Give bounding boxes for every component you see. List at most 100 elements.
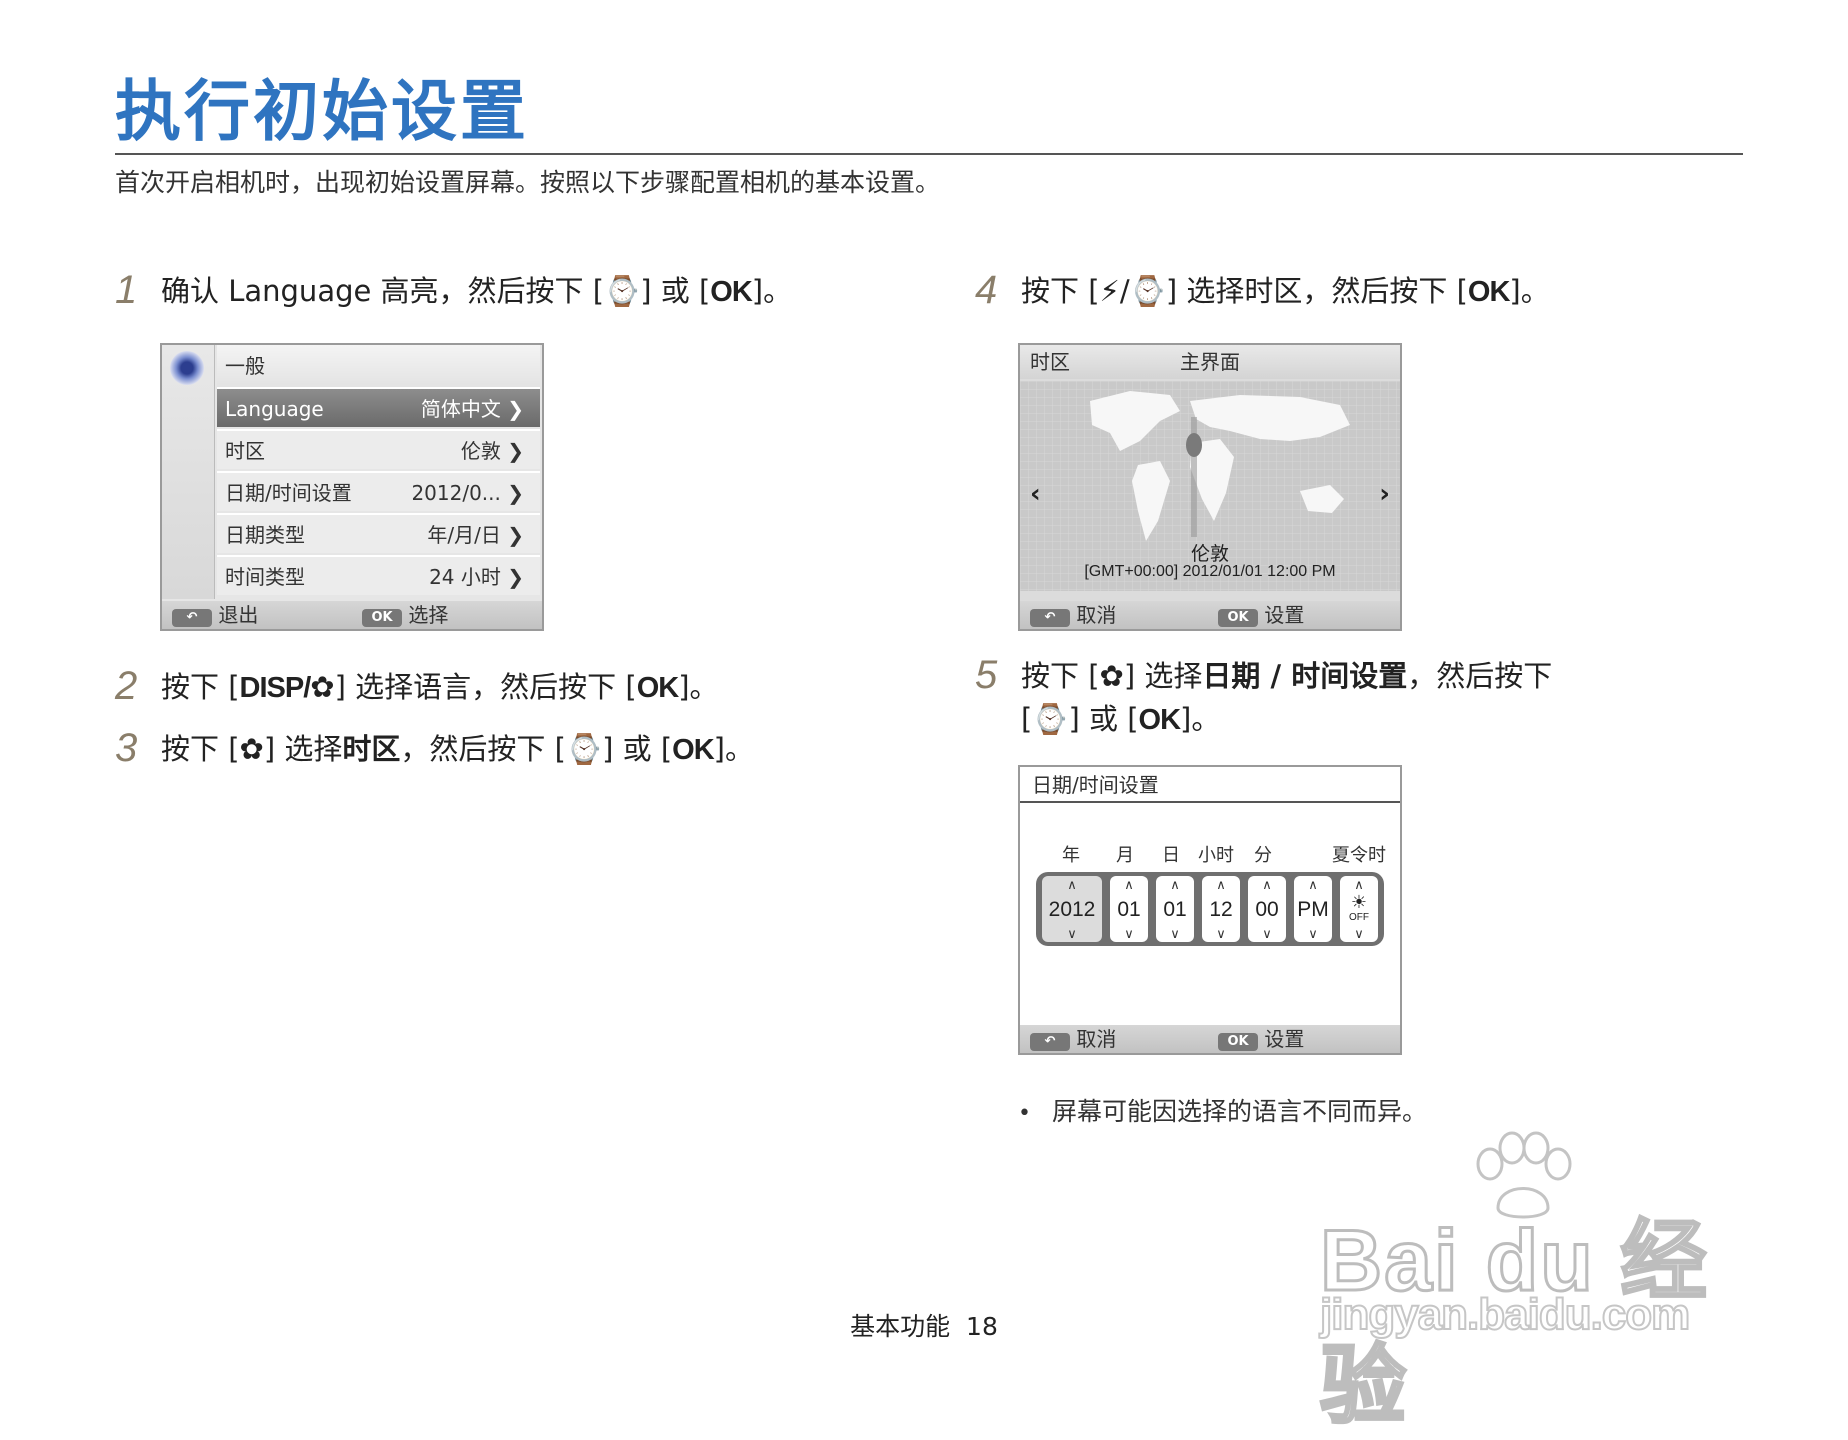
step-text: ] 选择时区，然后按下 [: [1165, 274, 1468, 308]
step-bold-text: 日期 / 时间设置: [1202, 659, 1408, 693]
chevron-up-icon[interactable]: ∧: [1156, 878, 1194, 891]
chevron-right-icon: ❯: [507, 565, 524, 589]
datetime-picker: ∧ 2012 ∨ ∧ 01 ∨ ∧ 01 ∨ ∧ 12 ∨ ∧ 00 ∨ ∧ PM ∨ ∧ ☀ OFF ∨: [1036, 872, 1384, 946]
exit-button[interactable]: ↶ 退出: [172, 601, 258, 629]
step-text: ]。: [1509, 274, 1550, 308]
page-number: 18: [966, 1312, 998, 1341]
gmt-datetime: [GMT+00:00] 2012/01/01 12:00 PM: [1084, 563, 1336, 580]
month-label: 月: [1116, 845, 1134, 866]
chevron-down-icon[interactable]: ∨: [1248, 927, 1286, 940]
step-text: ]。: [751, 274, 793, 308]
month-value: 01: [1117, 898, 1141, 921]
day-spinner[interactable]: ∧ 01 ∨: [1156, 876, 1194, 942]
year-spinner[interactable]: ∧ 2012 ∨: [1042, 876, 1102, 942]
step-number: 1: [115, 268, 138, 312]
chevron-left-icon[interactable]: ‹: [1030, 479, 1041, 509]
chevron-down-icon[interactable]: ∨: [1202, 927, 1240, 940]
chevron-right-icon: ❯: [507, 523, 524, 547]
timer-icon: ⌚: [1129, 274, 1166, 308]
menu-item-time-type[interactable]: 时间类型 24 小时 ❯: [217, 555, 540, 595]
back-arrow-icon: ↶: [1030, 1033, 1070, 1051]
chevron-right-icon: ❯: [507, 439, 524, 463]
ampm-spinner[interactable]: ∧ PM ∨: [1294, 876, 1332, 942]
page-subtitle: 首次开启相机时，出现初始设置屏幕。按照以下步骤配置相机的基本设置。: [115, 168, 941, 197]
chevron-down-icon[interactable]: ∨: [1110, 927, 1148, 940]
step-2: 2 按下 [DISP/✿] 选择语言，然后按下 [OK]。: [115, 664, 719, 710]
step-text: ，然后按下 [: [400, 732, 566, 766]
dst-label: 夏令时: [1332, 845, 1386, 866]
year-value: 2012: [1048, 898, 1096, 921]
menu-item-value: 伦敦: [460, 439, 501, 463]
step-text: ] 选择语言，然后按下 [: [334, 670, 637, 704]
step-text: 确认 Language 高亮，然后按下 [: [161, 274, 605, 308]
step-text: ]。: [678, 670, 719, 704]
macro-flower-icon: ✿: [239, 732, 264, 766]
minute-spinner[interactable]: ∧ 00 ∨: [1248, 876, 1286, 942]
step-bold-text: 时区: [342, 732, 401, 766]
step-5-line-2: [⌚] 或 [OK]。: [1021, 697, 1220, 742]
step-text: ] 或 [: [640, 274, 711, 308]
ampm-value: PM: [1297, 898, 1329, 921]
world-map: ‹ › 伦敦 [GMT+00:00] 2012/01/01 12:00 PM: [1020, 381, 1400, 591]
datetime-bottom-bar: ↶ 取消 OK 设置: [1020, 1025, 1400, 1053]
chevron-up-icon[interactable]: ∧: [1340, 878, 1378, 891]
step-text: 按下 [: [161, 732, 240, 766]
timezone-screen: 时区 主界面 ‹ › 伦敦 [GMT+00:00] 2012/01/01 12:…: [1018, 343, 1402, 631]
chevron-up-icon[interactable]: ∧: [1202, 878, 1240, 891]
ok-key-icon: OK: [362, 609, 402, 627]
sun-off-icon: ☀ OFF: [1349, 892, 1369, 923]
cancel-button[interactable]: ↶ 取消: [1030, 601, 1116, 629]
step-text: 按下 [: [1021, 659, 1100, 693]
step-text: ] 或 [: [602, 732, 673, 766]
page-footer: 基本功能 18: [0, 1307, 1848, 1343]
chevron-up-icon[interactable]: ∧: [1248, 878, 1286, 891]
ok-key: OK: [1467, 276, 1510, 308]
set-button[interactable]: OK 设置: [1218, 601, 1304, 629]
set-button[interactable]: OK 设置: [1218, 1025, 1304, 1053]
ok-key-icon: OK: [1218, 609, 1258, 627]
chevron-up-icon[interactable]: ∧: [1294, 878, 1332, 891]
chevron-right-icon: ❯: [507, 481, 524, 505]
menu-item-timezone[interactable]: 时区 伦敦 ❯: [217, 429, 540, 469]
step-number: 3: [115, 726, 138, 770]
ok-key: OK: [636, 672, 679, 704]
chevron-down-icon[interactable]: ∨: [1156, 927, 1194, 940]
step-text: 按下 [: [161, 670, 240, 704]
hour-label: 小时: [1198, 845, 1234, 866]
menu-item-value: 简体中文: [420, 397, 501, 421]
month-spinner[interactable]: ∧ 01 ∨: [1110, 876, 1148, 942]
datetime-title: 日期/时间设置: [1020, 767, 1400, 803]
set-label: 设置: [1264, 603, 1305, 627]
year-label: 年: [1062, 845, 1080, 866]
chevron-right-icon[interactable]: ›: [1379, 479, 1390, 509]
chevron-down-icon[interactable]: ∨: [1042, 927, 1102, 940]
step-number: 5: [975, 653, 998, 697]
menu-item-date-type[interactable]: 日期类型 年/月/日 ❯: [217, 513, 540, 553]
step-text: ]。: [713, 732, 754, 766]
macro-flower-icon: ✿: [1099, 659, 1124, 693]
chevron-up-icon[interactable]: ∧: [1042, 878, 1102, 891]
chevron-down-icon[interactable]: ∨: [1340, 927, 1378, 940]
select-button[interactable]: OK 选择: [362, 601, 448, 629]
hour-spinner[interactable]: ∧ 12 ∨: [1202, 876, 1240, 942]
cancel-button[interactable]: ↶ 取消: [1030, 1025, 1116, 1053]
menu-sidebar: [162, 345, 215, 599]
menu-item-datetime[interactable]: 日期/时间设置 2012/0... ❯: [217, 471, 540, 511]
step-text: ，然后按下: [1407, 659, 1553, 693]
back-arrow-icon: ↶: [172, 609, 212, 627]
step-text: ] 选择: [1123, 659, 1203, 693]
datetime-screen: 日期/时间设置 年 月 日 小时 分 夏令时 ∧ 2012 ∨ ∧ 01 ∨ ∧ 01 ∨ …: [1018, 765, 1402, 1055]
step-text: ]。: [1180, 702, 1221, 736]
home-label: 主界面: [1180, 350, 1240, 374]
chevron-down-icon[interactable]: ∨: [1294, 927, 1332, 940]
timer-icon: ⌚: [1032, 702, 1069, 736]
dst-spinner[interactable]: ∧ ☀ OFF ∨: [1340, 876, 1378, 942]
minute-value: 00: [1255, 898, 1279, 921]
step-number: 4: [975, 268, 998, 312]
menu-item-language[interactable]: Language 简体中文 ❯: [217, 387, 540, 427]
chevron-up-icon[interactable]: ∧: [1110, 878, 1148, 891]
step-1: 1 确认 Language 高亮，然后按下 [⌚] 或 [OK]。: [115, 268, 792, 314]
menu-item-label: 日期类型: [225, 523, 305, 547]
dst-off-text: OFF: [1349, 912, 1369, 923]
timezone-title: 时区: [1030, 350, 1070, 374]
